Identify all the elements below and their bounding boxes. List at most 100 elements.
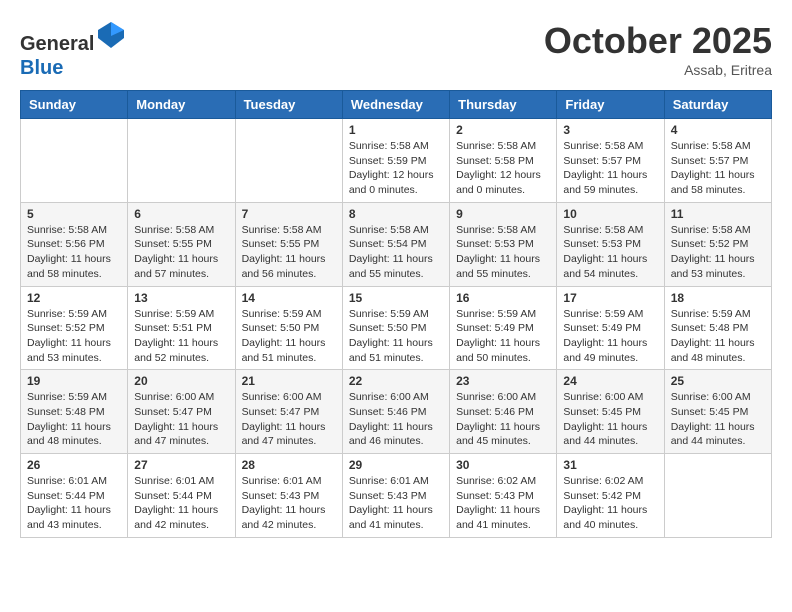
day-content: Sunrise: 5:58 AM Sunset: 5:55 PM Dayligh… — [242, 223, 336, 282]
weekday-header-tuesday: Tuesday — [235, 91, 342, 119]
calendar-day-cell: 2 Sunrise: 5:58 AM Sunset: 5:58 PM Daylig… — [450, 119, 557, 203]
day-number: 17 — [563, 291, 657, 305]
weekday-header-sunday: Sunday — [21, 91, 128, 119]
calendar-week-row: 5 Sunrise: 5:58 AM Sunset: 5:56 PM Daylig… — [21, 202, 772, 286]
day-content: Sunrise: 6:01 AM Sunset: 5:44 PM Dayligh… — [27, 474, 121, 533]
calendar-day-cell: 23 Sunrise: 6:00 AM Sunset: 5:46 PM Dayli… — [450, 370, 557, 454]
day-content: Sunrise: 5:58 AM Sunset: 5:53 PM Dayligh… — [563, 223, 657, 282]
weekday-header-friday: Friday — [557, 91, 664, 119]
calendar-day-cell: 9 Sunrise: 5:58 AM Sunset: 5:53 PM Daylig… — [450, 202, 557, 286]
day-number: 20 — [134, 374, 228, 388]
day-content: Sunrise: 5:58 AM Sunset: 5:55 PM Dayligh… — [134, 223, 228, 282]
day-content: Sunrise: 5:59 AM Sunset: 5:52 PM Dayligh… — [27, 307, 121, 366]
calendar-day-cell: 3 Sunrise: 5:58 AM Sunset: 5:57 PM Daylig… — [557, 119, 664, 203]
day-number: 30 — [456, 458, 550, 472]
calendar-week-row: 19 Sunrise: 5:59 AM Sunset: 5:48 PM Dayli… — [21, 370, 772, 454]
calendar-day-cell: 20 Sunrise: 6:00 AM Sunset: 5:47 PM Dayli… — [128, 370, 235, 454]
calendar-day-cell: 7Sunrise: 5:58 AM Sunset: 5:55 PM Daylig… — [235, 202, 342, 286]
day-number: 12 — [27, 291, 121, 305]
day-number: 6 — [134, 207, 228, 221]
day-content: Sunrise: 6:01 AM Sunset: 5:43 PM Dayligh… — [349, 474, 443, 533]
calendar-day-cell: 22Sunrise: 6:00 AM Sunset: 5:46 PM Dayli… — [342, 370, 449, 454]
calendar-day-cell: 4 Sunrise: 5:58 AM Sunset: 5:57 PM Daylig… — [664, 119, 771, 203]
weekday-header-wednesday: Wednesday — [342, 91, 449, 119]
calendar-day-cell: 10 Sunrise: 5:58 AM Sunset: 5:53 PM Dayli… — [557, 202, 664, 286]
day-content: Sunrise: 6:01 AM Sunset: 5:44 PM Dayligh… — [134, 474, 228, 533]
calendar-day-cell: 29 Sunrise: 6:01 AM Sunset: 5:43 PM Dayli… — [342, 454, 449, 538]
logo-icon — [96, 20, 126, 50]
day-content: Sunrise: 5:59 AM Sunset: 5:51 PM Dayligh… — [134, 307, 228, 366]
logo-blue-text: Blue — [20, 57, 63, 79]
day-number: 22 — [349, 374, 443, 388]
day-content: Sunrise: 5:59 AM Sunset: 5:48 PM Dayligh… — [27, 390, 121, 449]
logo: General Blue — [20, 20, 126, 80]
day-number: 19 — [27, 374, 121, 388]
calendar-day-cell: 6 Sunrise: 5:58 AM Sunset: 5:55 PM Daylig… — [128, 202, 235, 286]
day-number: 14 — [242, 291, 336, 305]
day-number: 8 — [349, 207, 443, 221]
day-number: 2 — [456, 123, 550, 137]
weekday-header-monday: Monday — [128, 91, 235, 119]
day-content: Sunrise: 6:00 AM Sunset: 5:46 PM Dayligh… — [456, 390, 550, 449]
calendar-day-cell: 31 Sunrise: 6:02 AM Sunset: 5:42 PM Dayli… — [557, 454, 664, 538]
day-content: Sunrise: 6:02 AM Sunset: 5:42 PM Dayligh… — [563, 474, 657, 533]
empty-calendar-cell — [21, 119, 128, 203]
day-content: Sunrise: 5:58 AM Sunset: 5:58 PM Dayligh… — [456, 139, 550, 198]
calendar-day-cell: 16Sunrise: 5:59 AM Sunset: 5:49 PM Dayli… — [450, 286, 557, 370]
calendar-day-cell: 8 Sunrise: 5:58 AM Sunset: 5:54 PM Daylig… — [342, 202, 449, 286]
calendar-day-cell: 18Sunrise: 5:59 AM Sunset: 5:48 PM Dayli… — [664, 286, 771, 370]
day-content: Sunrise: 6:02 AM Sunset: 5:43 PM Dayligh… — [456, 474, 550, 533]
day-number: 21 — [242, 374, 336, 388]
weekday-header-row: SundayMondayTuesdayWednesdayThursdayFrid… — [21, 91, 772, 119]
calendar-day-cell: 17Sunrise: 5:59 AM Sunset: 5:49 PM Dayli… — [557, 286, 664, 370]
day-number: 23 — [456, 374, 550, 388]
calendar-day-cell: 11Sunrise: 5:58 AM Sunset: 5:52 PM Dayli… — [664, 202, 771, 286]
day-content: Sunrise: 5:58 AM Sunset: 5:56 PM Dayligh… — [27, 223, 121, 282]
empty-calendar-cell — [235, 119, 342, 203]
calendar-day-cell: 5 Sunrise: 5:58 AM Sunset: 5:56 PM Daylig… — [21, 202, 128, 286]
logo-general-text: General — [20, 33, 94, 55]
day-number: 10 — [563, 207, 657, 221]
calendar-day-cell: 27 Sunrise: 6:01 AM Sunset: 5:44 PM Dayli… — [128, 454, 235, 538]
day-content: Sunrise: 5:59 AM Sunset: 5:49 PM Dayligh… — [456, 307, 550, 366]
calendar-day-cell: 14 Sunrise: 5:59 AM Sunset: 5:50 PM Dayli… — [235, 286, 342, 370]
day-number: 3 — [563, 123, 657, 137]
empty-calendar-cell — [664, 454, 771, 538]
day-content: Sunrise: 5:58 AM Sunset: 5:57 PM Dayligh… — [671, 139, 765, 198]
day-number: 29 — [349, 458, 443, 472]
day-content: Sunrise: 6:00 AM Sunset: 5:47 PM Dayligh… — [242, 390, 336, 449]
day-number: 5 — [27, 207, 121, 221]
day-content: Sunrise: 5:59 AM Sunset: 5:48 PM Dayligh… — [671, 307, 765, 366]
calendar-day-cell: 30 Sunrise: 6:02 AM Sunset: 5:43 PM Dayli… — [450, 454, 557, 538]
calendar-day-cell: 15 Sunrise: 5:59 AM Sunset: 5:50 PM Dayli… — [342, 286, 449, 370]
calendar-day-cell: 12 Sunrise: 5:59 AM Sunset: 5:52 PM Dayli… — [21, 286, 128, 370]
calendar-day-cell: 24Sunrise: 6:00 AM Sunset: 5:45 PM Dayli… — [557, 370, 664, 454]
location-subtitle: Assab, Eritrea — [544, 62, 772, 78]
day-content: Sunrise: 5:58 AM Sunset: 5:52 PM Dayligh… — [671, 223, 765, 282]
calendar-table: SundayMondayTuesdayWednesdayThursdayFrid… — [20, 90, 772, 538]
calendar-day-cell: 19 Sunrise: 5:59 AM Sunset: 5:48 PM Dayli… — [21, 370, 128, 454]
calendar-week-row: 26Sunrise: 6:01 AM Sunset: 5:44 PM Dayli… — [21, 454, 772, 538]
page-header: General Blue October 2025 Assab, Eritrea — [20, 20, 772, 80]
empty-calendar-cell — [128, 119, 235, 203]
calendar-day-cell: 21 Sunrise: 6:00 AM Sunset: 5:47 PM Dayli… — [235, 370, 342, 454]
day-number: 27 — [134, 458, 228, 472]
day-number: 28 — [242, 458, 336, 472]
day-content: Sunrise: 5:58 AM Sunset: 5:59 PM Dayligh… — [349, 139, 443, 198]
day-content: Sunrise: 5:58 AM Sunset: 5:53 PM Dayligh… — [456, 223, 550, 282]
day-number: 4 — [671, 123, 765, 137]
day-content: Sunrise: 6:00 AM Sunset: 5:47 PM Dayligh… — [134, 390, 228, 449]
day-content: Sunrise: 5:59 AM Sunset: 5:50 PM Dayligh… — [242, 307, 336, 366]
day-number: 9 — [456, 207, 550, 221]
month-title: October 2025 — [544, 20, 772, 62]
day-content: Sunrise: 6:00 AM Sunset: 5:45 PM Dayligh… — [563, 390, 657, 449]
day-number: 15 — [349, 291, 443, 305]
calendar-day-cell: 1Sunrise: 5:58 AM Sunset: 5:59 PM Daylig… — [342, 119, 449, 203]
day-content: Sunrise: 6:00 AM Sunset: 5:45 PM Dayligh… — [671, 390, 765, 449]
day-content: Sunrise: 5:58 AM Sunset: 5:57 PM Dayligh… — [563, 139, 657, 198]
day-content: Sunrise: 5:58 AM Sunset: 5:54 PM Dayligh… — [349, 223, 443, 282]
day-content: Sunrise: 6:01 AM Sunset: 5:43 PM Dayligh… — [242, 474, 336, 533]
weekday-header-saturday: Saturday — [664, 91, 771, 119]
day-content: Sunrise: 5:59 AM Sunset: 5:50 PM Dayligh… — [349, 307, 443, 366]
day-number: 31 — [563, 458, 657, 472]
